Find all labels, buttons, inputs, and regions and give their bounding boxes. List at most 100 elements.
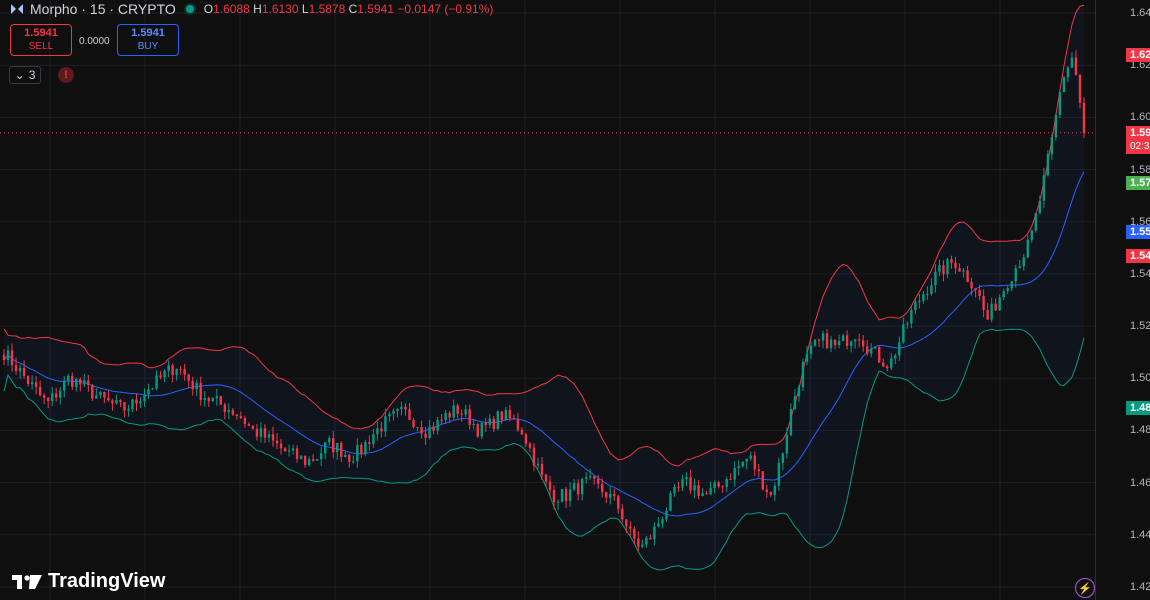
candle-body xyxy=(1058,92,1062,116)
candle-body xyxy=(472,424,475,426)
candle-body xyxy=(649,537,652,540)
price-marker-label: 1.55 xyxy=(1126,225,1150,240)
candle-body xyxy=(376,428,379,435)
sell-button[interactable]: 1.5941 SELL xyxy=(10,24,72,56)
candle-body xyxy=(460,413,463,415)
candle-body xyxy=(693,485,696,491)
candle xyxy=(219,395,223,406)
candle-body xyxy=(825,333,829,349)
candle-body xyxy=(444,412,447,420)
candle-body xyxy=(673,486,676,494)
candle-body xyxy=(279,443,283,449)
candle-body xyxy=(1046,154,1050,176)
candle-body xyxy=(870,348,873,354)
indicators-toggle-button[interactable]: ⌄ 3 xyxy=(9,66,41,84)
candle-body xyxy=(1010,281,1013,289)
candle-body xyxy=(625,519,628,527)
candle-body xyxy=(239,416,243,419)
candle-body xyxy=(882,362,885,367)
candle-body xyxy=(1066,67,1070,78)
candle-body xyxy=(508,409,512,419)
candle-body xyxy=(235,414,239,417)
price-chart[interactable] xyxy=(0,0,1150,600)
candle-body xyxy=(103,391,106,398)
candle-body xyxy=(1026,239,1029,258)
candle-body xyxy=(970,281,973,289)
candle-body xyxy=(30,382,34,384)
candle-body xyxy=(319,453,323,460)
candle-body xyxy=(380,428,383,432)
indicator-count: 3 xyxy=(28,68,36,82)
candle-body xyxy=(1042,175,1046,201)
tradingview-logo[interactable]: TradingView xyxy=(12,570,165,593)
candle-body xyxy=(71,375,74,387)
candle-body xyxy=(617,496,620,509)
candle-body xyxy=(38,386,42,396)
chart-header: Morpho · 15 · CRYPTO O1.6088 H1.6130 L1.… xyxy=(10,0,493,18)
candle-body xyxy=(163,370,166,378)
candle-body xyxy=(412,419,415,428)
candle-body xyxy=(609,493,612,498)
candle-body xyxy=(865,346,869,354)
price-tick-label: 1.64 xyxy=(1130,7,1150,20)
candle-body xyxy=(681,479,684,488)
price-axis[interactable] xyxy=(1095,0,1150,600)
candle-body xyxy=(211,398,214,402)
market-status-icon xyxy=(185,5,194,13)
candle xyxy=(801,358,805,391)
candle-body xyxy=(532,447,536,466)
candle-body xyxy=(857,339,861,341)
candle-body xyxy=(665,510,668,520)
candle-body xyxy=(26,375,30,384)
candle xyxy=(91,384,94,402)
candle-body xyxy=(572,483,576,490)
candle-body xyxy=(1038,200,1042,214)
candle-body xyxy=(275,440,279,444)
candle xyxy=(560,488,564,503)
candle-body xyxy=(271,434,275,441)
symbol-title[interactable]: Morpho · 15 · CRYPTO xyxy=(30,1,176,17)
candle-body xyxy=(785,435,789,454)
error-alert-icon[interactable]: ! xyxy=(58,67,74,83)
candle-body xyxy=(203,398,206,400)
candle-body xyxy=(1054,115,1058,138)
candle-body xyxy=(1002,291,1005,298)
candle-body xyxy=(400,406,403,410)
candle-body xyxy=(151,388,154,390)
lightning-icon[interactable]: ⚡ xyxy=(1075,578,1095,598)
price-marker-label: 1.48 xyxy=(1126,401,1150,416)
candle-body xyxy=(187,374,190,381)
candle-body xyxy=(348,454,351,462)
candle-body xyxy=(131,399,134,410)
candle-body xyxy=(83,380,86,385)
candle-body xyxy=(215,396,218,399)
candle-body xyxy=(183,368,186,375)
candle-body xyxy=(556,501,560,503)
candle-body xyxy=(18,367,22,372)
candle-body xyxy=(653,526,656,540)
candle-body xyxy=(255,428,259,437)
candle-body xyxy=(416,426,419,428)
buy-button[interactable]: 1.5941 BUY xyxy=(117,24,179,56)
candle-body xyxy=(408,409,411,420)
candle-body xyxy=(223,404,227,412)
candle-body xyxy=(500,411,504,421)
candle-body xyxy=(512,418,516,420)
candle-body xyxy=(492,418,496,430)
candle xyxy=(761,471,765,491)
candle xyxy=(878,346,881,363)
candle-body xyxy=(974,288,977,291)
candle-body xyxy=(645,537,648,545)
candle-body xyxy=(789,409,793,436)
candle-body xyxy=(745,458,748,462)
candle-body xyxy=(119,400,122,403)
candle-body xyxy=(729,479,732,481)
candle-body xyxy=(793,396,797,410)
candle-body xyxy=(709,488,712,495)
candle-body xyxy=(352,461,355,463)
candle-body xyxy=(998,297,1001,311)
candle xyxy=(1058,89,1062,119)
candle-body xyxy=(958,268,961,272)
candle-body xyxy=(930,285,933,294)
candle-body xyxy=(801,361,805,388)
